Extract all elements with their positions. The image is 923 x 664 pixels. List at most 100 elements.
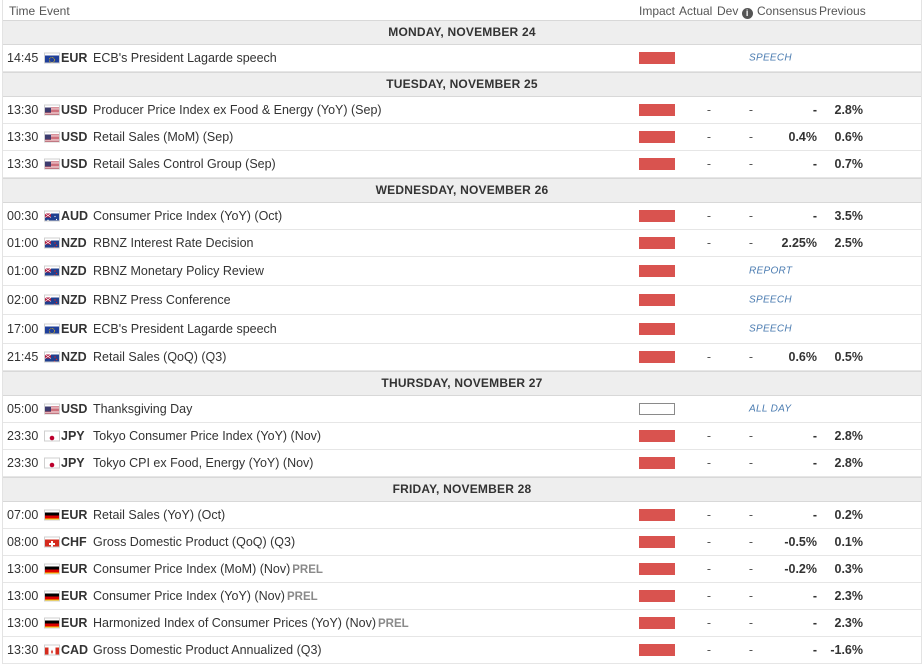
event-name[interactable]: ECB's President Lagarde speech (93, 322, 277, 336)
impact-bar (639, 237, 675, 249)
currency-code: USD (61, 130, 87, 144)
prel-badge: PREL (287, 591, 318, 603)
event-row[interactable]: 13:30CADGross Domestic Product Annualize… (3, 637, 921, 664)
deviation-value: - (749, 508, 753, 522)
event-time: 13:30 (7, 130, 38, 144)
consensus-value: - (813, 209, 817, 223)
event-title: Retail Sales Control Group (Sep) (93, 157, 276, 171)
consensus-value: - (813, 616, 817, 630)
event-name[interactable]: Retail Sales Control Group (Sep) (93, 157, 276, 171)
event-row[interactable]: 00:30 AUD Consumer Price Index (YoY) (Oct)… (3, 203, 921, 230)
previous-value: 2.3% (835, 589, 864, 603)
new-zealand-flag-icon (44, 352, 60, 363)
event-title: Consumer Price Index (YoY) (Oct) (93, 209, 282, 223)
event-type-tag: SPEECH (749, 324, 792, 335)
deviation-value: - (749, 157, 753, 171)
event-name[interactable]: RBNZ Interest Rate Decision (93, 236, 253, 250)
currency-code: EUR (61, 589, 87, 603)
previous-value: 0.7% (835, 157, 864, 171)
event-row[interactable]: 23:30JPYTokyo Consumer Price Index (YoY)… (3, 423, 921, 450)
previous-value: 2.8% (835, 429, 864, 443)
germany-flag-icon (44, 591, 60, 602)
consensus-value: - (813, 103, 817, 117)
impact-bar (639, 590, 675, 602)
actual-value: - (707, 350, 711, 364)
event-row[interactable]: 13:30USDRetail Sales Control Group (Sep)… (3, 151, 921, 178)
currency-code: EUR (61, 616, 87, 630)
col-previous-header[interactable]: Previous (819, 4, 866, 18)
event-row[interactable]: 08:00CHFGross Domestic Product (QoQ) (Q3… (3, 529, 921, 556)
event-row[interactable]: 02:00NZDRBNZ Press ConferenceSPEECH (3, 286, 921, 315)
event-row[interactable]: 07:00EURRetail Sales (YoY) (Oct)---0.2% (3, 502, 921, 529)
previous-value: 2.5% (835, 236, 864, 250)
event-title: Gross Domestic Product Annualized (Q3) (93, 643, 322, 657)
event-name[interactable]: Retail Sales (MoM) (Sep) (93, 130, 233, 144)
col-time-header[interactable]: Time (9, 4, 35, 18)
event-name[interactable]: Consumer Price Index (YoY) (Oct) (93, 209, 282, 223)
col-event-header[interactable]: Event (39, 4, 70, 18)
eu-flag-icon (44, 53, 60, 64)
event-row[interactable]: 13:30USDRetail Sales (MoM) (Sep)--0.4%0.… (3, 124, 921, 151)
currency-code: NZD (61, 236, 87, 250)
event-name[interactable]: Retail Sales (QoQ) (Q3) (93, 350, 226, 364)
impact-bar (639, 403, 675, 415)
previous-value: -1.6% (830, 643, 863, 657)
currency-code: CHF (61, 535, 87, 549)
event-row[interactable]: 13:00EURConsumer Price Index (YoY) (Nov)… (3, 583, 921, 610)
event-name[interactable]: Harmonized Index of Consumer Prices (YoY… (93, 616, 409, 630)
impact-bar (639, 294, 675, 306)
actual-value: - (707, 130, 711, 144)
col-dev-header[interactable]: Dev i (717, 4, 753, 19)
event-name[interactable]: ECB's President Lagarde speech (93, 51, 277, 65)
event-title: Thanksgiving Day (93, 402, 192, 416)
event-title: Gross Domestic Product (QoQ) (Q3) (93, 535, 295, 549)
event-row[interactable]: 23:30JPYTokyo CPI ex Food, Energy (YoY) … (3, 450, 921, 477)
event-title: Retail Sales (MoM) (Sep) (93, 130, 233, 144)
event-time: 13:00 (7, 616, 38, 630)
prel-badge: PREL (378, 618, 409, 630)
event-row[interactable]: 14:45EURECB's President Lagarde speechSP… (3, 45, 921, 72)
event-name[interactable]: RBNZ Press Conference (93, 293, 231, 307)
event-row[interactable]: 21:45NZDRetail Sales (QoQ) (Q3)--0.6%0.5… (3, 344, 921, 371)
event-name[interactable]: Tokyo Consumer Price Index (YoY) (Nov) (93, 429, 321, 443)
col-impact-header[interactable]: Impact (639, 4, 675, 18)
event-row[interactable]: 01:00NZDRBNZ Interest Rate Decision--2.2… (3, 230, 921, 257)
event-name[interactable]: Gross Domestic Product Annualized (Q3) (93, 643, 322, 657)
event-title: ECB's President Lagarde speech (93, 322, 277, 336)
event-name[interactable]: Producer Price Index ex Food & Energy (Y… (93, 103, 382, 117)
event-name[interactable]: Consumer Price Index (YoY) (Nov)PREL (93, 589, 318, 603)
event-name[interactable]: Gross Domestic Product (QoQ) (Q3) (93, 535, 295, 549)
us-flag-icon (44, 105, 60, 116)
event-title: RBNZ Monetary Policy Review (93, 264, 264, 278)
deviation-value: - (749, 616, 753, 630)
actual-value: - (707, 643, 711, 657)
japan-flag-icon (44, 458, 60, 469)
previous-value: 2.3% (835, 616, 864, 630)
event-row[interactable]: 13:00EURConsumer Price Index (MoM) (Nov)… (3, 556, 921, 583)
event-row[interactable]: 01:00NZDRBNZ Monetary Policy ReviewREPOR… (3, 257, 921, 286)
event-name[interactable]: Retail Sales (YoY) (Oct) (93, 508, 225, 522)
new-zealand-flag-icon (44, 266, 60, 277)
deviation-value: - (749, 429, 753, 443)
table-header: Time Event Impact Actual Dev i Consensus… (3, 0, 921, 20)
event-row[interactable]: 13:30USDProducer Price Index ex Food & E… (3, 97, 921, 124)
event-name[interactable]: Consumer Price Index (MoM) (Nov)PREL (93, 562, 323, 576)
deviation-value: - (749, 236, 753, 250)
event-row[interactable]: 13:00 EUR Harmonized Index of Consumer Pri… (3, 610, 921, 637)
currency-code: USD (61, 402, 87, 416)
impact-bar (639, 617, 675, 629)
event-time: 00:30 (7, 209, 38, 223)
event-name[interactable]: Thanksgiving Day (93, 402, 192, 416)
impact-bar (639, 536, 675, 548)
event-row[interactable]: 17:00EURECB's President Lagarde speechSP… (3, 315, 921, 344)
event-name[interactable]: RBNZ Monetary Policy Review (93, 264, 264, 278)
event-name[interactable]: Tokyo CPI ex Food, Energy (YoY) (Nov) (93, 456, 313, 470)
event-row[interactable]: 05:00USDThanksgiving DayALL DAY (3, 396, 921, 423)
info-icon[interactable]: i (742, 8, 753, 19)
col-consensus-header[interactable]: Consensus (757, 4, 817, 18)
col-actual-header[interactable]: Actual (679, 4, 712, 18)
currency-code: AUD (61, 209, 88, 223)
event-title: Consumer Price Index (MoM) (Nov) (93, 562, 290, 576)
actual-value: - (707, 456, 711, 470)
currency-code: EUR (61, 322, 87, 336)
